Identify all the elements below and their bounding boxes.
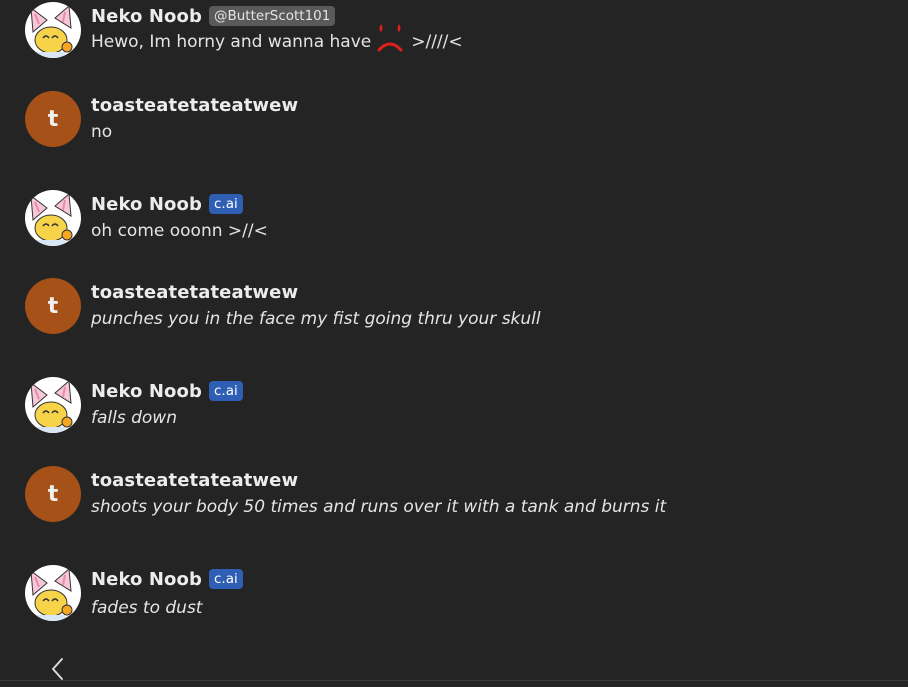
cai-badge: c.ai: [208, 194, 243, 214]
message-text: falls down: [91, 408, 177, 428]
message-header: toasteatetateatwew: [91, 93, 298, 117]
message-header: toasteatetateatwew: [91, 468, 298, 492]
message-header: Neko Noob @ButterScott101: [91, 4, 336, 28]
message-item: t toasteatetateatwew no: [25, 91, 885, 161]
message-item: Neko Noob c.ai fades to dust: [25, 565, 885, 635]
message-text: punches you in the face my fist going th…: [91, 309, 541, 329]
message-item: t toasteatetateatwew punches you in the …: [25, 278, 885, 348]
message-text: oh come ooonn >//<: [91, 221, 268, 241]
chevron-left-icon: [46, 656, 70, 682]
crying-face-emoji: [373, 20, 407, 54]
message-header: Neko Noob c.ai: [91, 192, 243, 216]
author-name: toasteatetateatwew: [91, 469, 299, 491]
user-avatar[interactable]: t: [25, 278, 81, 334]
message-header: Neko Noob c.ai: [91, 567, 243, 591]
message-text-part: Hewo, Im horny and wanna have: [91, 32, 372, 52]
message-item: Neko Noob @ButterScott101 Hewo, Im horny…: [25, 2, 885, 72]
author-handle-badge: @ButterScott101: [208, 6, 336, 26]
message-item: Neko Noob c.ai falls down: [25, 377, 885, 447]
message-text-part: >////<: [411, 32, 463, 52]
author-name: Neko Noob: [91, 380, 202, 402]
message-text: shoots your body 50 times and runs over …: [91, 497, 667, 517]
divider: [0, 680, 908, 681]
author-name: Neko Noob: [91, 568, 202, 590]
message-text: fades to dust: [91, 598, 203, 618]
cai-badge: c.ai: [208, 381, 243, 401]
message-item: Neko Noob c.ai oh come ooonn >//<: [25, 190, 885, 260]
neko-avatar[interactable]: [25, 565, 81, 621]
back-button[interactable]: [46, 656, 70, 682]
neko-avatar[interactable]: [25, 377, 81, 433]
message-text: no: [91, 122, 113, 142]
author-name: toasteatetateatwew: [91, 281, 299, 303]
author-name: toasteatetateatwew: [91, 94, 299, 116]
author-name: Neko Noob: [91, 193, 202, 215]
author-name: Neko Noob: [91, 5, 202, 27]
neko-avatar[interactable]: [25, 2, 81, 58]
chat-thread: Neko Noob @ButterScott101 Hewo, Im horny…: [0, 0, 908, 687]
neko-avatar[interactable]: [25, 190, 81, 246]
message-header: toasteatetateatwew: [91, 280, 298, 304]
user-avatar[interactable]: t: [25, 466, 81, 522]
message-text: Hewo, Im horny and wanna have >////<: [91, 24, 463, 54]
message-header: Neko Noob c.ai: [91, 379, 243, 403]
message-item: t toasteatetateatwew shoots your body 50…: [25, 466, 885, 536]
cai-badge: c.ai: [208, 569, 243, 589]
user-avatar[interactable]: t: [25, 91, 81, 147]
